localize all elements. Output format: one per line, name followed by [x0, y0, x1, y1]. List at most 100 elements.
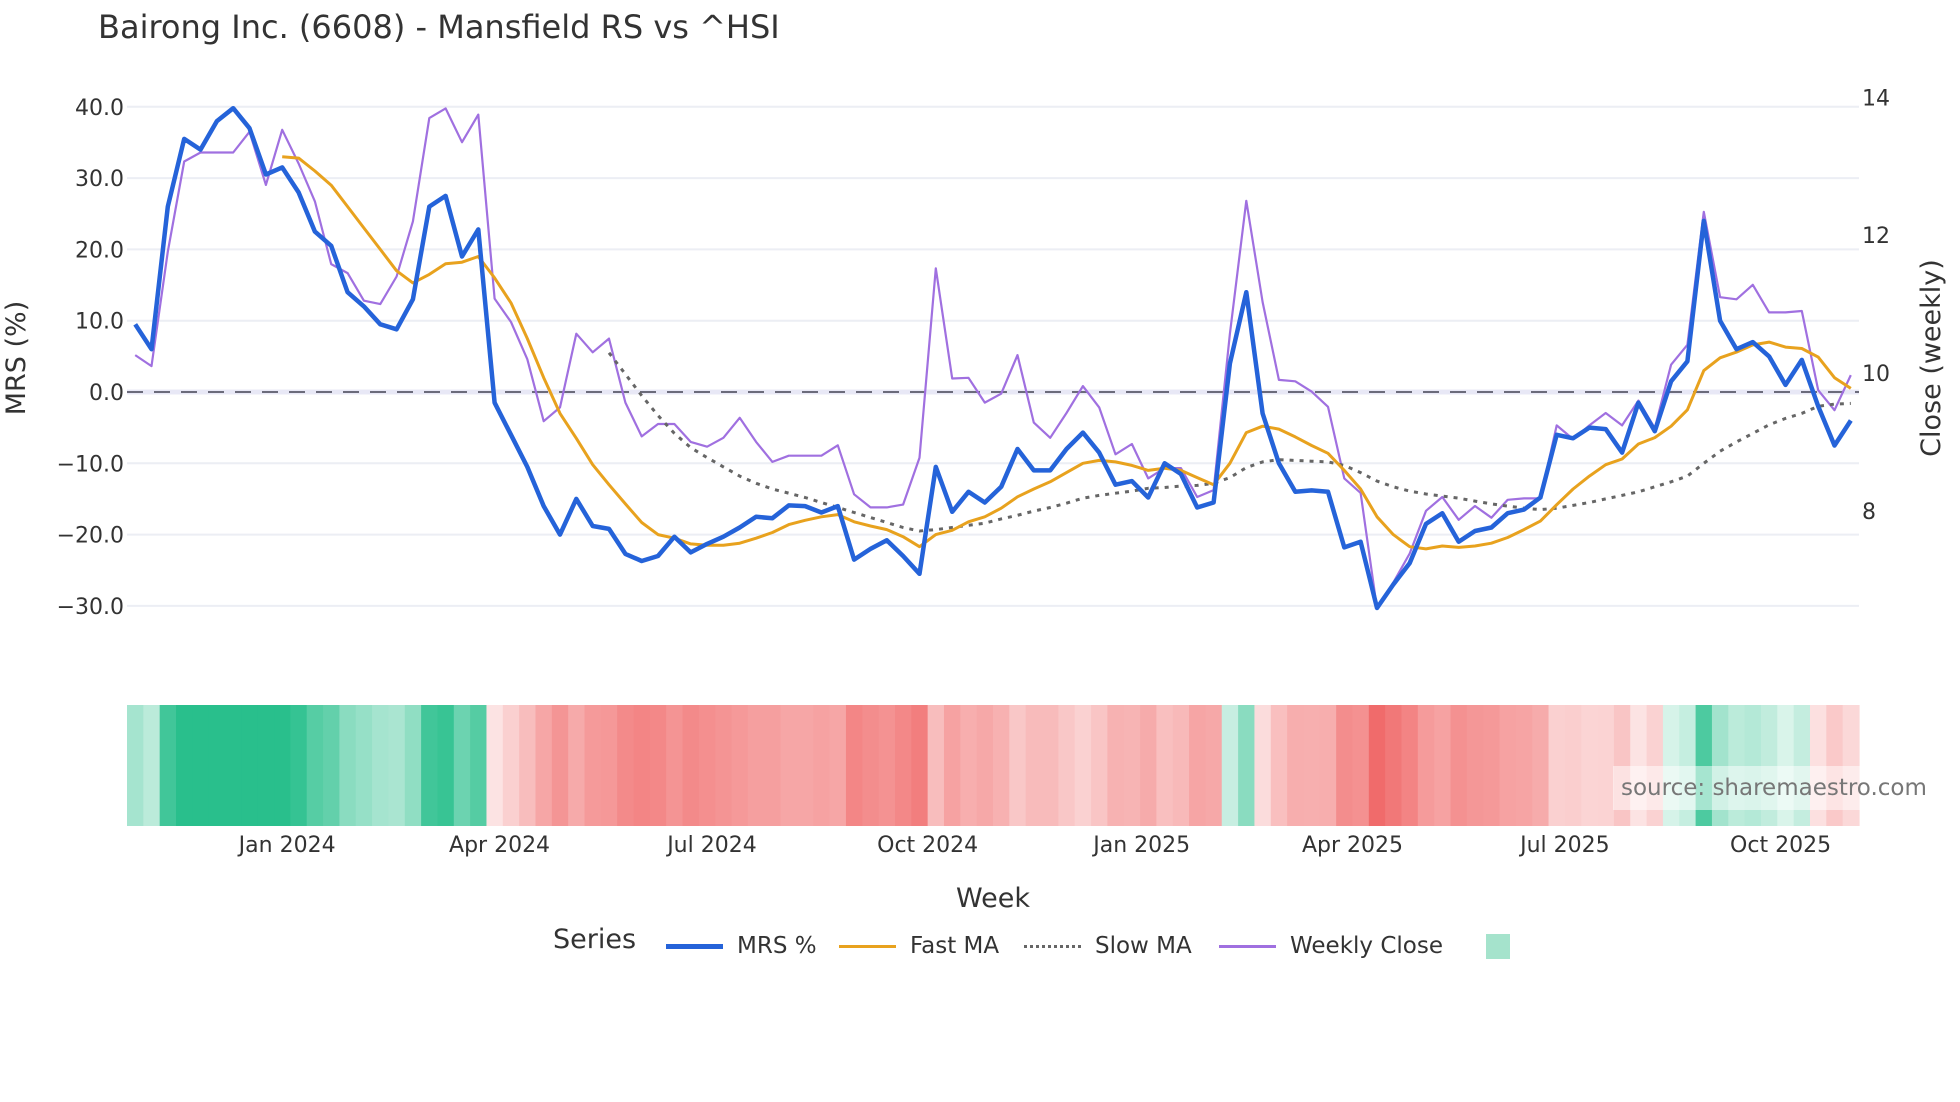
heatmap-cell	[649, 705, 667, 826]
heatmap-cell	[1434, 705, 1452, 826]
heatmap-cell	[1336, 705, 1354, 826]
heatmap-cell	[274, 705, 291, 826]
legend-label-slow-ma: Slow MA	[1095, 933, 1192, 959]
heatmap-cell	[1368, 705, 1386, 826]
heatmap-cell	[1172, 705, 1190, 826]
legend-swatch-heatmap	[1486, 933, 1510, 959]
source-watermark: source: sharemaestro.com	[1613, 766, 1937, 810]
heatmap-cell	[388, 705, 406, 826]
chart-title: Bairong Inc. (6608) - Mansfield RS vs ^H…	[98, 8, 780, 46]
heatmap-cell	[960, 705, 978, 826]
heatmap-cell	[1287, 705, 1305, 826]
heatmap-cell	[1417, 705, 1435, 826]
x-tick-label: Jan 2024	[237, 833, 336, 858]
y-tick-label: 10.0	[75, 310, 124, 335]
heatmap-cell	[192, 705, 210, 826]
heatmap-cell	[470, 705, 488, 826]
heatmap-cell	[1303, 705, 1321, 826]
heatmap-cell	[878, 705, 896, 826]
legend-swatch-mrs	[666, 943, 723, 949]
y-tick-label: −20.0	[57, 524, 124, 549]
heatmap-cell	[1319, 705, 1337, 826]
legend-title: Series	[553, 924, 637, 955]
heatmap-cell	[1401, 705, 1419, 826]
heatmap-cell	[1450, 705, 1468, 826]
heatmap-cell	[257, 705, 275, 826]
x-tick-label: Apr 2025	[1302, 833, 1403, 858]
heatmap-cell	[617, 705, 635, 826]
heatmap-cell	[1352, 705, 1370, 826]
x-tick-label: Jul 2025	[1518, 833, 1610, 858]
heatmap-cell	[225, 705, 242, 826]
heatmap-cell	[1385, 705, 1403, 826]
heatmap-cell	[1091, 705, 1108, 826]
y2-tick-label: 10	[1862, 362, 1890, 387]
heatmap-cell	[535, 705, 553, 826]
heatmap-cell	[682, 705, 700, 826]
y-tick-label: 0.0	[89, 381, 124, 406]
heatmap-cell	[1581, 705, 1599, 826]
heatmap-cell	[1238, 705, 1256, 826]
y2-tick-label: 8	[1862, 500, 1876, 525]
heatmap-cell	[502, 705, 520, 826]
y-tick-label: −30.0	[57, 595, 124, 620]
legend-item-heatmap[interactable]	[1486, 928, 1510, 964]
legend-swatch-slow-ma	[1024, 944, 1081, 948]
legend-swatch-weekly-close	[1219, 944, 1276, 948]
heatmap-cell	[1597, 705, 1615, 826]
heatmap-cell	[1009, 705, 1027, 826]
heatmap-cell	[1221, 705, 1239, 826]
heatmap-cell	[486, 705, 504, 826]
heatmap-cell	[780, 705, 798, 826]
heatmap-cell	[1156, 705, 1174, 826]
heatmap-strip	[127, 705, 1860, 826]
heatmap-cell	[306, 705, 324, 826]
gridlines	[127, 105, 1859, 607]
y2-axis-title: Close (weekly)	[1916, 259, 1947, 457]
heatmap-cell	[1564, 705, 1582, 826]
x-axis-title: Week	[956, 883, 1030, 914]
heatmap-cell	[1254, 705, 1272, 826]
heatmap-cell	[241, 705, 259, 826]
legend-item-fast-ma[interactable]: Fast MA	[839, 928, 999, 964]
heatmap-cell	[323, 705, 341, 826]
heatmap-cell	[1499, 705, 1517, 826]
series-lines	[133, 105, 1853, 611]
x-tick-label: Apr 2024	[449, 833, 550, 858]
heatmap-cell	[715, 705, 733, 826]
heatmap-cell	[1466, 705, 1484, 826]
legend-label-weekly-close: Weekly Close	[1290, 933, 1443, 959]
heatmap-cell	[927, 705, 945, 826]
y-tick-label: 30.0	[75, 167, 124, 192]
legend-item-weekly-close[interactable]: Weekly Close	[1219, 928, 1443, 964]
heatmap-cell	[813, 705, 831, 826]
y-tick-label: 20.0	[75, 238, 124, 263]
y2-tick-label: 14	[1862, 86, 1890, 111]
heatmap-cell	[1548, 705, 1566, 826]
weekly-close-line	[134, 107, 1852, 610]
heatmap-cell	[666, 705, 684, 826]
heatmap-cell	[1205, 705, 1223, 826]
heatmap-cell	[208, 705, 226, 826]
legend-label-mrs: MRS %	[737, 933, 817, 959]
heatmap-cell	[976, 705, 994, 826]
heatmap-cell	[1107, 705, 1125, 826]
heatmap-cell	[993, 705, 1010, 826]
heatmap-cell	[1515, 705, 1533, 826]
y-axis-title: MRS (%)	[1, 301, 32, 416]
heatmap-cell	[845, 705, 863, 826]
legend-swatch-fast-ma	[839, 944, 896, 948]
mrs-line	[133, 105, 1853, 611]
heatmap-cell	[1042, 705, 1059, 826]
legend-item-mrs[interactable]: MRS %	[666, 928, 817, 964]
fast-ma-line	[282, 155, 1852, 551]
y-tick-label: −10.0	[57, 452, 124, 477]
heatmap-cell	[437, 705, 455, 826]
heatmap-cell	[159, 705, 177, 826]
legend-item-slow-ma[interactable]: Slow MA	[1024, 928, 1192, 964]
x-tick-label: Oct 2024	[877, 833, 978, 858]
heatmap-cell	[584, 705, 602, 826]
heatmap-cell	[796, 705, 814, 826]
heatmap-cell	[1123, 705, 1141, 826]
heatmap-cell	[943, 705, 961, 826]
